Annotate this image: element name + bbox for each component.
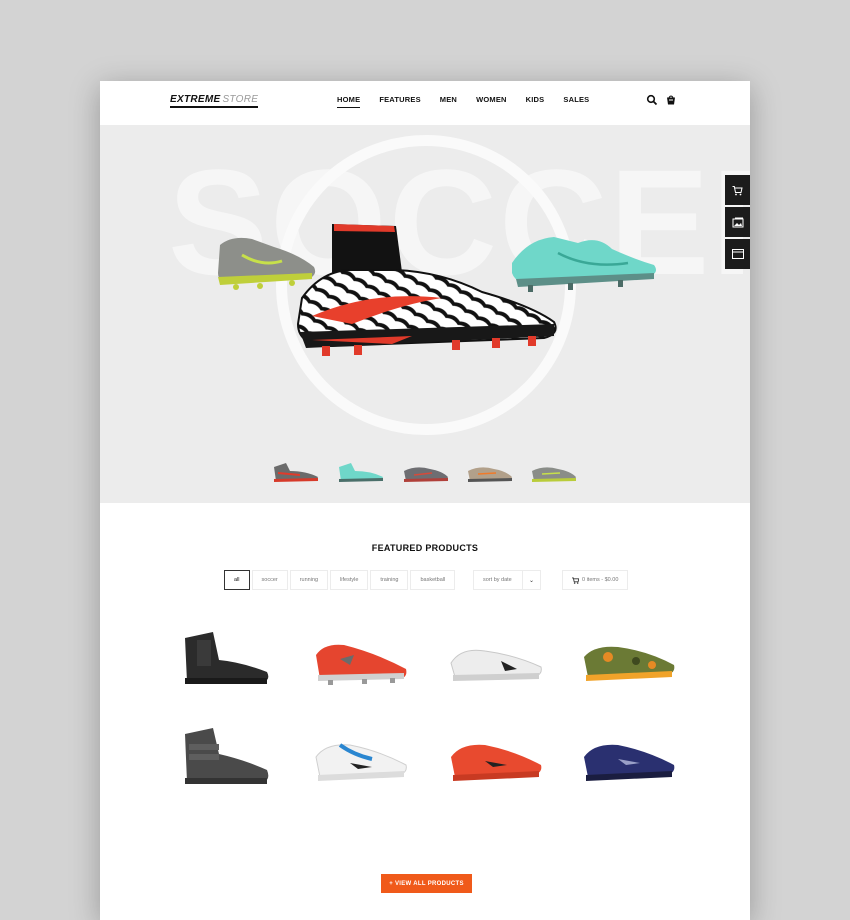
featured-title: FEATURED PRODUCTS — [371, 543, 479, 553]
shoe-thumb-tan[interactable] — [464, 459, 516, 485]
product-red-soccer-cleat[interactable] — [310, 633, 410, 705]
sort-label: sort by date — [483, 577, 512, 583]
window-icon — [731, 249, 744, 259]
side-window-button[interactable] — [725, 239, 750, 269]
cart-icon — [732, 185, 743, 195]
store-page: EXTREME STORE HOME FEATURES MEN WOMEN KID… — [100, 81, 750, 920]
logo-part-1: EXTREME — [170, 94, 221, 105]
shoe-thumb-grey-green[interactable] — [528, 459, 580, 485]
nav-features[interactable]: FEATURES — [379, 95, 420, 108]
product-navy-trainer[interactable] — [578, 731, 678, 803]
nav-kids[interactable]: KIDS — [526, 95, 545, 108]
cart-summary[interactable]: 0 items - $0.00 — [562, 570, 628, 590]
side-cart-button[interactable] — [725, 175, 750, 205]
filter-soccer[interactable]: soccer — [251, 570, 288, 590]
view-all-products-button[interactable]: + VIEW ALL PRODUCTS — [381, 874, 472, 893]
cart-icon — [572, 576, 579, 584]
product-black-high-top[interactable] — [175, 626, 275, 698]
product-red-runner[interactable] — [445, 731, 545, 803]
nav-sales[interactable]: SALES — [563, 95, 589, 108]
image-icon — [732, 217, 743, 227]
main-nav: HOME FEATURES MEN WOMEN KIDS SALES — [337, 95, 608, 108]
nav-home[interactable]: HOME — [337, 95, 361, 108]
shoe-thumb-black-red[interactable] — [270, 459, 322, 485]
nav-women[interactable]: WOMEN — [476, 95, 507, 108]
logo[interactable]: EXTREME STORE — [170, 94, 259, 108]
filter-all[interactable]: all — [224, 570, 250, 590]
cart-summary-text: 0 items - $0.00 — [582, 577, 619, 583]
product-white-spike[interactable] — [445, 633, 545, 705]
site-header: EXTREME STORE HOME FEATURES MEN WOMEN KID… — [100, 81, 750, 125]
filter-lifestyle[interactable]: lifestyle — [330, 570, 369, 590]
side-image-button[interactable] — [725, 207, 750, 237]
search-icon[interactable] — [646, 94, 658, 106]
product-white-blue-tennis[interactable] — [310, 731, 410, 803]
side-toolbar — [725, 175, 750, 271]
product-camo-runner[interactable] — [578, 633, 678, 705]
hero-shoe-main — [296, 224, 557, 356]
hero-slider: SOCCER — [100, 125, 750, 440]
shoe-thumb-teal[interactable] — [335, 459, 387, 485]
filter-tabs: all soccer running lifestyle training ba… — [224, 570, 457, 590]
sort-select[interactable]: sort by date ⌄ — [473, 570, 541, 590]
filter-running[interactable]: running — [289, 570, 329, 590]
cart-bag-icon[interactable] — [665, 94, 677, 106]
filter-basketball[interactable]: basketball — [410, 570, 456, 590]
filter-training[interactable]: training — [370, 570, 409, 590]
nav-men[interactable]: MEN — [440, 95, 457, 108]
logo-part-2: STORE — [222, 94, 259, 105]
chevron-down-icon: ⌄ — [522, 571, 540, 589]
shoe-thumb-grey[interactable] — [400, 459, 452, 485]
product-grey-strap-high-top[interactable] — [175, 724, 275, 796]
